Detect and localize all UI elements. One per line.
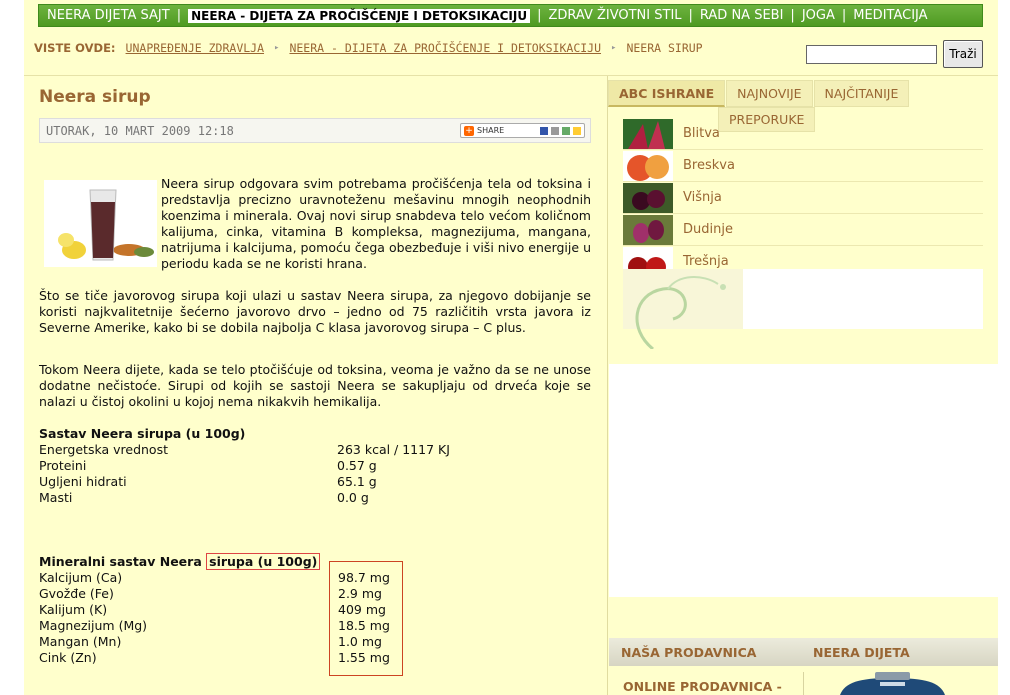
ad-placeholder: [609, 364, 998, 597]
article-date-bar: UTORAK, 10 MART 2009 12:18 + SHARE: [39, 118, 591, 143]
composition-row: Proteini 0.57 g: [39, 458, 591, 474]
share-button[interactable]: + SHARE: [460, 123, 585, 138]
abc-label: Blitva: [683, 126, 720, 141]
mineral-value: 18.5 mg: [338, 618, 390, 633]
composition-name: Ugljeni hidrati: [39, 474, 127, 489]
abc-label: Dudinje: [683, 222, 733, 237]
stumble-icon: [562, 126, 570, 135]
syrup-glass-image: [44, 180, 157, 267]
composition-title: Sastav Neera sirupa (u 100g): [39, 426, 246, 441]
share-plus-icon: +: [464, 125, 474, 136]
mineral-row: Cink (Zn) 1.55 mg: [39, 650, 591, 666]
sidebar-tabs: ABC ISHRANE NAJNOVIJE NAJČITANIJE: [608, 80, 999, 107]
composition-name: Masti: [39, 490, 73, 505]
search-input[interactable]: [806, 45, 937, 64]
mulberry-thumbnail: [623, 214, 673, 245]
right-sidebar: ABC ISHRANE NAJNOVIJE NAJČITANIJE PREPOR…: [607, 76, 998, 695]
abc-label: Trešnja: [683, 254, 729, 269]
mineral-row: Kalcijum (Ca) 98.7 mg: [39, 570, 591, 586]
breadcrumb: VISTE OVDE: UNAPREĐENJE ZDRAVLJA ▸ NEERA…: [34, 41, 703, 55]
article-date: UTORAK, 10 MART 2009 12:18: [46, 124, 234, 138]
minerals-title-a: Mineralni sastav Neera: [39, 554, 202, 569]
sour-cherry-thumbnail: [623, 182, 673, 213]
article-paragraph-1: Neera sirup odgovara svim potrebama proč…: [161, 176, 591, 271]
abc-label: Višnja: [683, 190, 722, 205]
mineral-name: Kalcijum (Ca): [39, 570, 123, 585]
composition-row: Masti 0.0 g: [39, 490, 591, 506]
composition-name: Proteini: [39, 458, 87, 473]
mineral-value: 1.55 mg: [338, 650, 390, 665]
composition-value: 0.57 g: [337, 458, 377, 473]
list-item[interactable]: Breskva: [623, 150, 983, 182]
mineral-name: Gvožđe (Fe): [39, 586, 114, 601]
list-item[interactable]: Blitva: [623, 118, 983, 150]
mineral-name: Cink (Zn): [39, 650, 97, 665]
nav-item-zdrav-stil[interactable]: ZDRAV ŽIVOTNI STIL: [548, 8, 681, 23]
mineral-name: Kalijum (K): [39, 602, 108, 617]
article-paragraph-2: Što se tiče javorovog sirupa koji ulazi …: [39, 288, 591, 335]
breadcrumb-current: NEERA SIRUP: [626, 41, 703, 55]
mineral-row: Magnezijum (Mg) 18.5 mg: [39, 618, 591, 634]
mineral-row: Mangan (Mn) 1.0 mg: [39, 634, 591, 650]
diet-title: NEERA DIJETA: [813, 644, 910, 660]
mineral-row: Kalijum (K) 409 mg: [39, 602, 591, 618]
digg-icon: [551, 126, 559, 135]
shop-title: NAŠA PRODAVNICA: [621, 644, 757, 660]
list-item[interactable]: Dudinje: [623, 214, 983, 246]
minerals-title-b: sirupa (u 100g): [206, 553, 321, 570]
bookmark-icon: [573, 126, 581, 135]
list-item[interactable]: Višnja: [623, 182, 983, 214]
article-title: Neera sirup: [39, 87, 151, 107]
abc-label: Breskva: [683, 158, 735, 173]
breadcrumb-arrow-icon: ▸: [611, 43, 617, 53]
swirl-decoration-icon: [623, 269, 743, 349]
composition-row: Energetska vrednost 263 kcal / 1117 KJ: [39, 442, 591, 458]
mineral-value: 2.9 mg: [338, 586, 382, 601]
breadcrumb-link-zdravlje[interactable]: UNAPREĐENJE ZDRAVLJA: [126, 41, 264, 55]
top-navigation: NEERA DIJETA SAJT | NEERA - DIJETA ZA PR…: [38, 4, 983, 27]
mineral-name: Mangan (Mn): [39, 634, 122, 649]
nav-item-neera-detox[interactable]: NEERA - DIJETA ZA PROČIŠĆENJE I DETOKSIK…: [188, 8, 531, 23]
shop-header: NAŠA PRODAVNICA NEERA DIJETA: [609, 638, 998, 666]
mineral-value: 409 mg: [338, 602, 386, 617]
breadcrumb-arrow-icon: ▸: [274, 43, 280, 53]
minerals-title: Mineralni sastav Neera sirupa (u 100g): [39, 553, 321, 570]
decorative-panel: [623, 269, 983, 349]
online-shop-link[interactable]: ONLINE PRODAVNICA -: [623, 679, 782, 694]
breadcrumb-label: VISTE OVDE:: [34, 41, 116, 55]
composition-row: Ugljeni hidrati 65.1 g: [39, 474, 591, 490]
tab-abc-ishrane[interactable]: ABC ISHRANE: [608, 80, 726, 107]
tab-najnovije[interactable]: NAJNOVIJE: [726, 80, 813, 107]
breadcrumb-link-neera[interactable]: NEERA - DIJETA ZA PROČIŠĆENJE I DETOKSIK…: [289, 41, 601, 55]
nav-item-joga[interactable]: JOGA: [802, 8, 835, 23]
nav-item-neera-sajt[interactable]: NEERA DIJETA SAJT: [47, 8, 170, 23]
mineral-value: 98.7 mg: [338, 570, 390, 585]
mineral-row: Gvožđe (Fe) 2.9 mg: [39, 586, 591, 602]
nav-item-rad-na-sebi[interactable]: RAD NA SEBI: [700, 8, 784, 23]
composition-value: 263 kcal / 1117 KJ: [337, 442, 450, 457]
composition-name: Energetska vrednost: [39, 442, 168, 457]
search-button[interactable]: Traži: [943, 40, 983, 68]
delicious-icon: [540, 126, 548, 135]
page: NEERA DIJETA SAJT | NEERA - DIJETA ZA PR…: [24, 0, 998, 695]
divider: [803, 672, 804, 695]
product-bottle-image[interactable]: [840, 672, 945, 695]
nav-item-meditacija[interactable]: MEDITACIJA: [853, 8, 927, 23]
tab-najcitanije[interactable]: NAJČITANIJE: [813, 80, 910, 107]
mineral-value: 1.0 mg: [338, 634, 382, 649]
composition-value: 0.0 g: [337, 490, 369, 505]
share-label: SHARE: [477, 126, 505, 135]
composition-value: 65.1 g: [337, 474, 377, 489]
article-paragraph-3: Tokom Neera dijete, kada se telo ptočišć…: [39, 362, 591, 409]
mineral-name: Magnezijum (Mg): [39, 618, 148, 633]
chard-thumbnail: [623, 118, 673, 149]
peach-thumbnail: [623, 150, 673, 181]
abc-list: Blitva Breskva Višnja Dudinje Trešnja: [623, 118, 983, 278]
